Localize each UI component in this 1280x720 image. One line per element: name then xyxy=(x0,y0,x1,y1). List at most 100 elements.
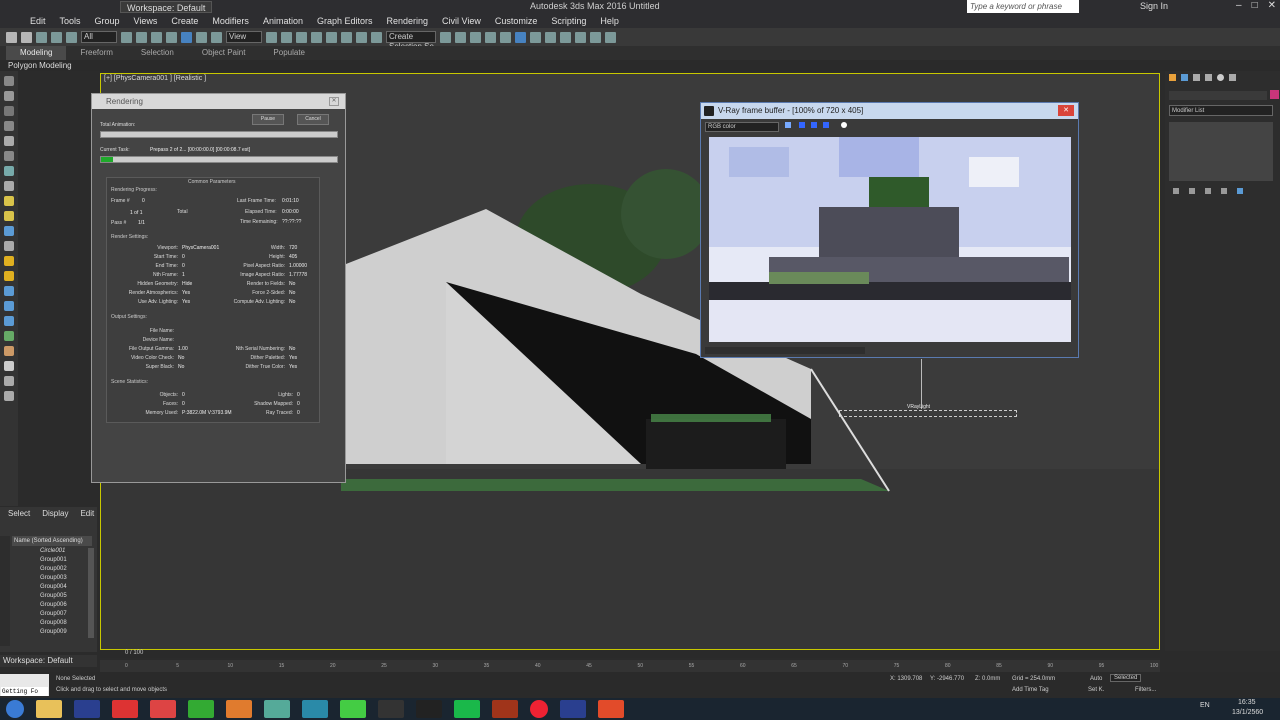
x-coordinate[interactable]: X: 1309.708 xyxy=(890,676,922,682)
tool-camera-icon[interactable] xyxy=(4,226,14,236)
modify-tab-icon[interactable] xyxy=(1181,74,1188,81)
angle-snap-icon[interactable] xyxy=(326,31,337,43)
scene-explorer-icon[interactable] xyxy=(485,31,496,43)
menu-tools[interactable]: Tools xyxy=(60,14,81,28)
tool-text-icon[interactable] xyxy=(4,181,14,191)
list-item[interactable]: Group001 xyxy=(40,557,67,563)
display-tab-icon[interactable] xyxy=(1217,74,1224,81)
input-language[interactable]: EN xyxy=(1200,702,1210,709)
list-item[interactable]: Group004 xyxy=(40,584,67,590)
tool-light-icon[interactable] xyxy=(4,196,14,206)
menu-create[interactable]: Create xyxy=(171,14,198,28)
set-key-button[interactable]: Set K. xyxy=(1088,687,1104,693)
reference-coordinate-dropdown[interactable]: View xyxy=(226,31,262,43)
tool-grid-icon[interactable] xyxy=(4,376,14,386)
menu-graph-editors[interactable]: Graph Editors xyxy=(317,14,373,28)
tab-freeform[interactable]: Freeform xyxy=(66,46,126,60)
app-red-2-icon[interactable] xyxy=(598,700,624,718)
menu-edit[interactable]: Edit xyxy=(30,14,46,28)
tool-biped-icon[interactable] xyxy=(4,316,14,326)
time-slider[interactable]: 0 / 100 xyxy=(100,650,1160,658)
link-icon[interactable] xyxy=(36,31,47,43)
menu-customize[interactable]: Customize xyxy=(495,14,538,28)
close-icon[interactable]: ✕ xyxy=(1268,0,1276,11)
select-manipulate-icon[interactable] xyxy=(281,31,292,43)
tab-modeling[interactable]: Modeling xyxy=(6,46,67,60)
tool-helper-icon[interactable] xyxy=(4,241,14,251)
tab-object-paint[interactable]: Object Paint xyxy=(188,46,260,60)
app-green-icon[interactable] xyxy=(188,700,214,718)
camtasia-icon[interactable] xyxy=(340,700,366,718)
search-input[interactable]: Type a keyword or phrase xyxy=(967,0,1079,13)
name-column-header[interactable]: Name (Sorted Ascending) xyxy=(12,536,92,546)
tool-terrain-icon[interactable] xyxy=(4,346,14,356)
utilities-tab-icon[interactable] xyxy=(1229,74,1236,81)
scale-icon[interactable] xyxy=(211,31,222,43)
tool-utility-icon[interactable] xyxy=(4,391,14,401)
channel-dropdown[interactable]: RGB color xyxy=(705,122,779,132)
workspace-dropdown[interactable]: Workspace: Default xyxy=(120,1,213,13)
tool-plane-icon[interactable] xyxy=(4,136,14,146)
tab-edit[interactable]: Edit xyxy=(80,507,94,521)
make-unique-icon[interactable] xyxy=(1205,188,1211,194)
show-end-result-icon[interactable] xyxy=(1189,188,1195,194)
tool-shape-icon[interactable] xyxy=(4,166,14,176)
pin-stack-icon[interactable] xyxy=(1173,188,1179,194)
z-coordinate[interactable]: Z: 0.0mm xyxy=(975,676,1000,682)
clock-time[interactable]: 16:35 xyxy=(1238,699,1256,706)
maxscript-listener[interactable]: Getting Fo xyxy=(0,674,49,696)
tool-foliage-icon[interactable] xyxy=(4,331,14,341)
tab-display[interactable]: Display xyxy=(42,507,68,521)
vfb-bottom-toolbar[interactable] xyxy=(705,347,865,354)
object-color-swatch[interactable] xyxy=(1270,90,1279,99)
key-filters-button[interactable]: Filters... xyxy=(1135,687,1156,693)
pdf-icon[interactable] xyxy=(150,700,176,718)
keyboard-shortcut-icon[interactable] xyxy=(296,31,307,43)
material-editor-icon[interactable] xyxy=(545,31,556,43)
move-icon[interactable] xyxy=(181,31,192,43)
modifier-list-dropdown[interactable]: Modifier List xyxy=(1169,105,1273,116)
curve-editor-icon[interactable] xyxy=(515,31,526,43)
hierarchy-tab-icon[interactable] xyxy=(1193,74,1200,81)
list-item[interactable]: Group003 xyxy=(40,575,67,581)
select-object-icon[interactable] xyxy=(121,31,132,43)
remove-modifier-icon[interactable] xyxy=(1221,188,1227,194)
minimize-icon[interactable]: – xyxy=(1236,0,1242,11)
track-bar[interactable]: 0 5 10 15 20 25 30 35 40 45 50 55 60 65 70 75 80 85 90 95 10… xyxy=(100,660,1160,672)
snap-toggle-icon[interactable] xyxy=(311,31,322,43)
close-icon[interactable]: ✕ xyxy=(329,97,339,106)
y-coordinate[interactable]: Y: -2946.770 xyxy=(930,676,964,682)
menu-animation[interactable]: Animation xyxy=(263,14,303,28)
menu-group[interactable]: Group xyxy=(95,14,120,28)
schematic-view-icon[interactable] xyxy=(530,31,541,43)
undo-icon[interactable] xyxy=(6,31,17,43)
close-icon[interactable]: ✕ xyxy=(1058,105,1074,116)
configure-modifier-sets-icon[interactable] xyxy=(1237,188,1243,194)
list-item[interactable]: Group008 xyxy=(40,620,67,626)
key-filter-dropdown[interactable]: Selected xyxy=(1110,674,1142,682)
align-icon[interactable] xyxy=(455,31,466,43)
redo-icon[interactable] xyxy=(21,31,32,43)
line-app-icon[interactable] xyxy=(454,700,480,718)
tool-daylight-icon[interactable] xyxy=(4,271,14,281)
vfb-toolbar-icon[interactable] xyxy=(785,122,791,128)
percent-snap-icon[interactable] xyxy=(341,31,352,43)
selection-filter-dropdown[interactable]: All xyxy=(81,31,117,43)
bind-space-warp-icon[interactable] xyxy=(66,31,77,43)
tab-selection[interactable]: Selection xyxy=(127,46,188,60)
tab-populate[interactable]: Populate xyxy=(259,46,319,60)
auto-key-button[interactable]: Auto xyxy=(1090,676,1102,682)
start-button-icon[interactable] xyxy=(6,700,24,718)
file-explorer-icon[interactable] xyxy=(36,700,62,718)
polygon-modeling-bar[interactable]: Polygon Modeling xyxy=(0,60,1280,71)
spinner-snap-icon[interactable] xyxy=(356,31,367,43)
sign-in-link[interactable]: Sign In xyxy=(1140,1,1168,11)
vfb-alpha-icon[interactable] xyxy=(841,122,847,128)
menu-modifiers[interactable]: Modifiers xyxy=(212,14,249,28)
ribbon-toggle-icon[interactable] xyxy=(500,31,511,43)
menu-civil-view[interactable]: Civil View xyxy=(442,14,481,28)
menu-rendering[interactable]: Rendering xyxy=(387,14,429,28)
add-time-tag[interactable]: Add Time Tag xyxy=(1012,687,1049,693)
modifier-stack[interactable] xyxy=(1169,122,1273,181)
tool-systems-icon[interactable] xyxy=(4,301,14,311)
